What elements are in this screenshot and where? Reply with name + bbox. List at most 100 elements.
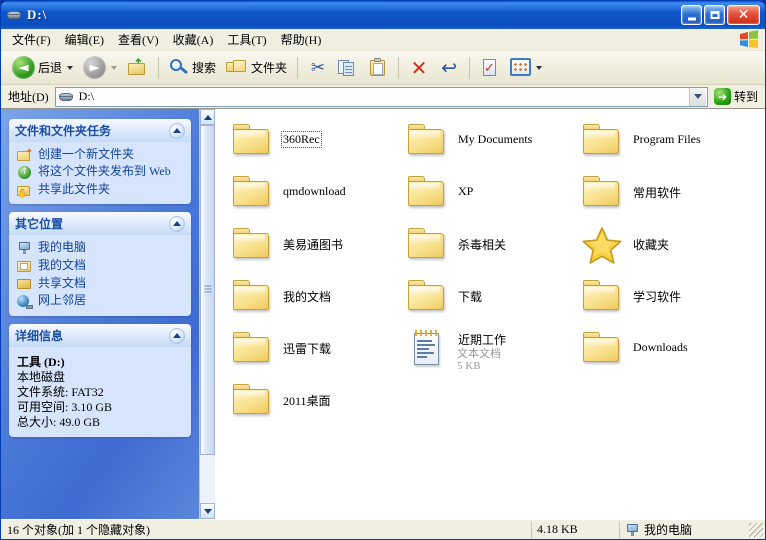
- place-my-documents[interactable]: 我的文档: [17, 259, 183, 274]
- task-share-folder-label: 共享此文件夹: [38, 182, 111, 196]
- file-icon: [231, 329, 275, 369]
- properties-button[interactable]: ✓: [475, 55, 505, 81]
- file-item[interactable]: 美易通图书: [229, 223, 404, 275]
- file-item[interactable]: 下载: [404, 275, 579, 327]
- close-button[interactable]: ✕: [727, 5, 760, 25]
- file-icon: [231, 225, 275, 265]
- scroll-down-button[interactable]: [200, 503, 215, 519]
- panel-file-tasks-header[interactable]: 文件和文件夹任务: [9, 119, 191, 142]
- toolbar-separator-2: [297, 56, 299, 79]
- file-item[interactable]: 2011桌面: [229, 379, 404, 431]
- file-item[interactable]: 我的文档: [229, 275, 404, 327]
- task-publish-to-web[interactable]: ↑ 将这个文件夹发布到 Web: [17, 165, 183, 180]
- file-item[interactable]: qmdownload: [229, 171, 404, 223]
- file-icon: [406, 225, 450, 265]
- window-title: D:\: [27, 7, 48, 22]
- address-drive-icon: [58, 90, 75, 104]
- file-icon: [231, 277, 275, 317]
- place-shared-documents-label: 共享文档: [38, 276, 87, 290]
- status-place-label: 我的电脑: [644, 523, 693, 537]
- copy-icon: [338, 58, 358, 78]
- delete-button[interactable]: ✕: [404, 55, 434, 81]
- folders-label: 文件夹: [251, 61, 288, 75]
- file-name: qmdownload: [283, 184, 346, 198]
- resize-grip-icon[interactable]: [749, 522, 763, 537]
- file-icon: [406, 329, 450, 369]
- views-dropdown-caret-icon[interactable]: [536, 65, 543, 70]
- views-button[interactable]: [505, 55, 547, 80]
- file-name: 美易通图书: [283, 238, 344, 252]
- panel-other-places-body: 我的电脑 我的文档 共享文档 网上邻居: [9, 235, 191, 316]
- panel-details-header[interactable]: 详细信息: [9, 324, 191, 347]
- place-my-computer[interactable]: 我的电脑: [17, 241, 183, 256]
- collapse-chevron-icon[interactable]: [169, 122, 185, 139]
- minimize-button[interactable]: [681, 5, 702, 25]
- properties-icon: ✓: [483, 58, 497, 76]
- task-create-new-folder[interactable]: ✦ 创建一个新文件夹: [17, 148, 183, 162]
- scissors-icon: ✂: [310, 57, 326, 78]
- go-button[interactable]: 转到: [712, 87, 762, 106]
- my-documents-icon: [17, 259, 33, 274]
- place-my-documents-label: 我的文档: [38, 258, 87, 272]
- paste-button[interactable]: [363, 55, 393, 81]
- file-item[interactable]: 学习软件: [579, 275, 754, 327]
- folders-icon: [226, 58, 248, 77]
- file-icon: [231, 381, 275, 421]
- back-button[interactable]: ◄ 后退: [7, 53, 78, 82]
- file-item[interactable]: 近期工作 文本文档 5 KB: [404, 327, 579, 379]
- place-shared-documents[interactable]: 共享文档: [17, 277, 183, 291]
- toolbar-separator-4: [469, 56, 471, 79]
- file-item[interactable]: 收藏夹: [579, 223, 754, 275]
- file-item[interactable]: My Documents: [404, 119, 579, 171]
- explorer-body: 文件和文件夹任务 ✦ 创建一个新文件夹 ↑ 将这个文件夹发布到 Web ✋ 共享…: [1, 109, 765, 519]
- menu-view[interactable]: 查看(V): [111, 29, 166, 50]
- menu-help[interactable]: 帮助(H): [274, 29, 329, 50]
- place-network[interactable]: 网上邻居: [17, 294, 183, 309]
- menu-file[interactable]: 文件(F): [5, 29, 58, 50]
- file-size: 5 KB: [457, 360, 481, 372]
- file-list[interactable]: 360Rec My Documents Program Files qmdownloa…: [215, 109, 765, 519]
- menu-favorites[interactable]: 收藏(A): [166, 29, 221, 50]
- undo-arrow-icon: ↩: [441, 56, 457, 79]
- file-name: 下载: [458, 290, 483, 304]
- file-item[interactable]: 杀毒相关: [404, 223, 579, 275]
- menu-tools[interactable]: 工具(T): [220, 29, 273, 50]
- cut-button[interactable]: ✂: [303, 55, 333, 81]
- task-sidebar: 文件和文件夹任务 ✦ 创建一个新文件夹 ↑ 将这个文件夹发布到 Web ✋ 共享…: [1, 109, 199, 519]
- scroll-up-button[interactable]: [200, 109, 215, 125]
- back-dropdown-caret-icon[interactable]: [67, 65, 74, 70]
- toolbar: ◄ 后退 ► ↑ 搜索 文件夹 ✂ ✕: [1, 51, 765, 85]
- maximize-button[interactable]: [704, 5, 725, 25]
- collapse-chevron-icon[interactable]: [169, 327, 185, 344]
- copy-button[interactable]: [333, 55, 363, 81]
- file-item[interactable]: 360Rec: [229, 119, 404, 171]
- file-item[interactable]: 迅雷下载: [229, 327, 404, 379]
- scrollbar-thumb[interactable]: [200, 125, 215, 455]
- network-places-icon: [17, 294, 33, 309]
- toolbar-separator: [158, 56, 160, 79]
- address-input[interactable]: D:\: [54, 86, 708, 107]
- panel-other-places: 其它位置 我的电脑 我的文档 共享文档 网上邻居: [9, 212, 191, 316]
- toolbar-separator-3: [398, 56, 400, 79]
- chevron-down-icon: [693, 94, 702, 99]
- up-one-level-button[interactable]: ↑: [122, 55, 153, 81]
- scrollbar-track[interactable]: [200, 125, 215, 503]
- file-item[interactable]: Downloads: [579, 327, 754, 379]
- forward-dropdown-caret-icon[interactable]: [111, 65, 118, 70]
- place-my-computer-label: 我的电脑: [38, 240, 87, 254]
- menu-edit[interactable]: 编辑(E): [58, 29, 111, 50]
- file-item[interactable]: Program Files: [579, 119, 754, 171]
- forward-button[interactable]: ►: [78, 53, 122, 82]
- file-item[interactable]: XP: [404, 171, 579, 223]
- go-label: 转到: [733, 90, 758, 104]
- search-button[interactable]: 搜索: [164, 55, 221, 81]
- vertical-scrollbar[interactable]: [199, 109, 215, 519]
- collapse-chevron-icon[interactable]: [169, 215, 185, 232]
- shared-documents-icon: [17, 277, 33, 291]
- folders-button[interactable]: 文件夹: [221, 55, 292, 80]
- panel-other-places-header[interactable]: 其它位置: [9, 212, 191, 235]
- undo-button[interactable]: ↩: [434, 55, 464, 81]
- address-dropdown-button[interactable]: [688, 87, 706, 106]
- file-item[interactable]: 常用软件: [579, 171, 754, 223]
- task-share-folder[interactable]: ✋ 共享此文件夹: [17, 182, 183, 199]
